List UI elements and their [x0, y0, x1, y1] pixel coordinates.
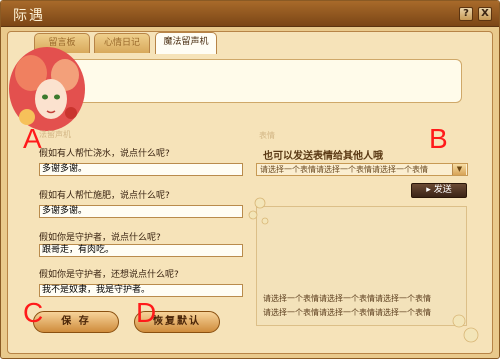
send-icon: ▸ — [426, 185, 431, 195]
marker-d: D — [136, 297, 157, 328]
window-title: 际遇 — [13, 8, 45, 24]
marker-b: B — [429, 123, 448, 154]
save-button[interactable]: 保 存 — [33, 311, 119, 333]
tab-magic-gramophone[interactable]: 魔法留声机 — [155, 32, 217, 54]
flower-corner-icon — [452, 314, 479, 343]
window: 际遇 ? X 留言板 心情日记 魔法留声机 法留声机 假如有人帮忙浇水，说点什么… — [0, 0, 500, 359]
question-label: 假如你是守护者，还想说点什么呢? — [39, 270, 179, 280]
answer-input[interactable]: 多谢多谢。 — [39, 205, 243, 218]
title-bar: 际遇 ? X — [1, 1, 499, 27]
answer-input[interactable]: 我不是奴隶，我是守护者。 — [39, 284, 243, 297]
emote-section-title: 表情 — [259, 131, 275, 140]
close-button[interactable]: X — [478, 7, 492, 21]
answer-input[interactable]: 跟哥走，有肉吃。 — [39, 244, 243, 257]
answer-input[interactable]: 多谢多谢。 — [39, 163, 243, 176]
question-label: 假如有人帮忙浇水，说点什么呢? — [39, 149, 170, 159]
character-portrait — [9, 47, 85, 131]
tab-mood-diary[interactable]: 心情日记 — [94, 33, 150, 53]
left-section-title: 法留声机 — [39, 130, 71, 139]
chevron-down-icon[interactable]: ▼ — [452, 164, 466, 175]
emote-select[interactable]: 请选择一个表情请选择一个表情请选择一个表情 — [256, 163, 468, 176]
question-label: 假如有人帮忙施肥，说点什么呢? — [39, 191, 170, 201]
marker-c: C — [23, 297, 44, 328]
emote-text-line: 请选择一个表情请选择一个表情请选择一个表情 — [263, 308, 431, 317]
flower-decoration-icon — [248, 197, 269, 225]
question-label: 假如你是守护者，说点什么呢? — [39, 233, 161, 243]
emote-text-line: 请选择一个表情请选择一个表情请选择一个表情 — [263, 294, 431, 303]
send-label: 发送 — [433, 185, 452, 195]
banner-box — [58, 59, 462, 103]
send-button[interactable]: ▸ 发送 — [411, 183, 467, 198]
emote-heading: 也可以发送表情给其他人哦 — [263, 151, 383, 162]
marker-a: A — [23, 123, 42, 154]
help-button[interactable]: ? — [459, 7, 473, 21]
